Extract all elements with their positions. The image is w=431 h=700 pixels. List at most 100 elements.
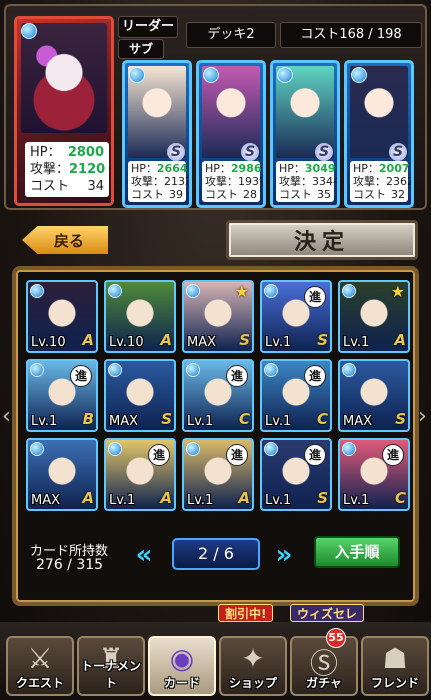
nav-button[interactable]: ✦ ショップ [219, 636, 287, 696]
nav-button[interactable]: ◉ カード [148, 636, 216, 696]
nav-label: クエスト [15, 676, 64, 690]
nav-icon: ◉ [169, 642, 195, 675]
atk-label: 攻撃： [205, 175, 238, 188]
card-level: Lv.1 [343, 335, 370, 350]
back-button[interactable]: 戻る [22, 226, 108, 254]
rank-badge: C [394, 489, 406, 507]
sort-button[interactable]: 入手順 [314, 536, 400, 568]
leader-atk: 2120 [69, 162, 106, 177]
leader-tag: リーダー [118, 16, 178, 38]
sale-ribbon: 割引中! [218, 604, 274, 622]
card-level: Lv.1 [187, 414, 214, 429]
sub-card[interactable]: S HP： 3049 攻撃： 3344 コスト 35 [270, 60, 340, 208]
card-level: Lv.1 [265, 335, 292, 350]
card-thumbnail[interactable]: S MAX [104, 359, 176, 432]
sub-card[interactable]: S HP： 2664 攻撃： 2132 コスト 39 [122, 60, 192, 208]
deck-cost: コスト168 / 198 [280, 22, 422, 48]
wizsele-ribbon: ウィズセレ [290, 604, 365, 622]
cost-label: コスト [353, 188, 386, 201]
favorite-star-icon: ★ [390, 282, 405, 301]
sub-atk: 2132 [164, 175, 192, 188]
card-deck-screen: HP： 2800 攻撃： 2120 コスト 34 リーダー サブ デッキ2 コスト16… [0, 0, 431, 700]
cost-label: コスト [30, 179, 70, 194]
rank-badge: A [82, 489, 94, 507]
evolve-icon: 進 [304, 444, 326, 466]
rank-badge: A [394, 331, 406, 349]
card-thumbnail[interactable]: 進 S Lv.1 [260, 438, 332, 511]
card-level: Lv.1 [31, 414, 58, 429]
atk-label: 攻撃： [353, 175, 386, 188]
deck-panel: HP： 2800 攻撃： 2120 コスト 34 リーダー サブ デッキ2 コスト16… [4, 4, 427, 210]
sub-cost: 35 [317, 188, 331, 201]
nav-button[interactable]: ♜ トーナメント [77, 636, 145, 696]
nav-label: トーナメント [80, 659, 141, 690]
card-thumbnail[interactable]: ★ A Lv.1 [338, 280, 410, 353]
nav-label: フレンド [370, 676, 419, 690]
sub-card[interactable]: S HP： 2986 攻撃： 1939 コスト 28 [196, 60, 266, 208]
rank-badge: S [161, 410, 172, 428]
sub-cost: 32 [391, 188, 405, 201]
rank-badge: B [82, 410, 94, 428]
evolve-icon: 進 [70, 365, 92, 387]
decide-button[interactable]: 決定 [226, 220, 418, 260]
sub-hp: 2007 [378, 162, 410, 175]
scroll-left-icon[interactable]: ‹ [2, 404, 16, 434]
card-thumbnail[interactable]: ★ S MAX [182, 280, 254, 353]
nav-button[interactable]: ☗ フレンド [361, 636, 429, 696]
atk-label: 攻撃： [279, 175, 312, 188]
atk-label: 攻撃： [30, 162, 70, 177]
card-level: Lv.10 [31, 335, 66, 350]
element-orb-icon [342, 284, 356, 298]
rarity-badge: S [167, 143, 185, 161]
element-orb-icon [342, 363, 356, 377]
card-thumbnail[interactable]: A Lv.10 [104, 280, 176, 353]
card-thumbnail[interactable]: S MAX [338, 359, 410, 432]
sub-tag: サブ [118, 39, 164, 59]
card-thumbnail[interactable]: 進 B Lv.1 [26, 359, 98, 432]
card-thumbnail[interactable]: 進 C Lv.1 [338, 438, 410, 511]
rank-badge: S [317, 331, 328, 349]
card-level: Lv.10 [109, 335, 144, 350]
hp-label: HP： [131, 162, 157, 175]
next-page-icon[interactable]: » [266, 540, 302, 572]
deck-name[interactable]: デッキ2 [186, 22, 276, 48]
sub-atk: 2362 [386, 175, 414, 188]
notification-badge: 55 [326, 628, 346, 648]
nav-icon: ☗ [382, 642, 408, 675]
card-thumbnail[interactable]: 進 C Lv.1 [260, 359, 332, 432]
rank-badge: S [317, 489, 328, 507]
sub-stats: HP： 2664 攻撃： 2132 コスト 39 [128, 161, 189, 202]
rank-badge: A [238, 489, 250, 507]
element-orb-icon [129, 67, 145, 83]
leader-card-art [21, 23, 107, 133]
element-orb-icon [351, 67, 367, 83]
hp-label: HP： [279, 162, 305, 175]
element-orb-icon [30, 363, 44, 377]
card-thumbnail[interactable]: A MAX [26, 438, 98, 511]
evolve-icon: 進 [148, 444, 170, 466]
nav-button[interactable]: ⚔ クエスト [6, 636, 74, 696]
card-thumbnail[interactable]: A Lv.10 [26, 280, 98, 353]
sub-stats: HP： 3049 攻撃： 3344 コスト 35 [276, 161, 337, 202]
sub-hp: 3049 [304, 162, 336, 175]
card-thumbnail[interactable]: 進 A Lv.1 [104, 438, 176, 511]
element-orb-icon [342, 442, 356, 456]
element-orb-icon [264, 284, 278, 298]
card-thumbnail[interactable]: 進 S Lv.1 [260, 280, 332, 353]
rarity-badge: S [241, 143, 259, 161]
leader-card[interactable]: HP： 2800 攻撃： 2120 コスト 34 [14, 16, 114, 206]
leader-hp: 2800 [67, 145, 104, 160]
card-thumbnail[interactable]: 進 C Lv.1 [182, 359, 254, 432]
nav-button[interactable]: Ⓢ ガチャ [290, 636, 358, 696]
scroll-right-icon[interactable]: › [418, 404, 431, 434]
prev-page-icon[interactable]: « [126, 540, 162, 572]
element-orb-icon [108, 284, 122, 298]
element-orb-icon [186, 284, 200, 298]
rarity-badge: S [389, 143, 407, 161]
sub-hp: 2986 [230, 162, 262, 175]
sub-card[interactable]: S HP： 2007 攻撃： 2362 コスト 32 [344, 60, 414, 208]
card-thumbnail[interactable]: 進 A Lv.1 [182, 438, 254, 511]
rank-badge: A [160, 489, 172, 507]
rank-badge: C [316, 410, 328, 428]
evolve-icon: 進 [382, 444, 404, 466]
